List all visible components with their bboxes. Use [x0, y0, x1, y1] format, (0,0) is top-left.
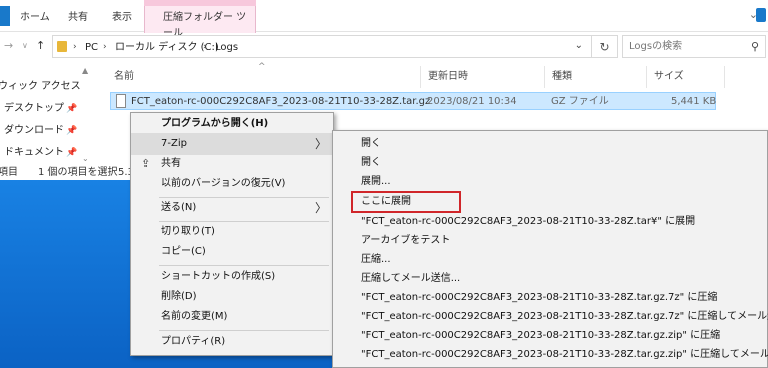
- column-divider[interactable]: [420, 66, 421, 88]
- file-name: FCT_eaton-rc-000C292C8AF3_2023-08-21T10-…: [131, 96, 431, 107]
- menu-item-label: 以前のバージョンの復元(V): [161, 178, 286, 189]
- address-dropdown-icon[interactable]: ⌄: [575, 40, 583, 51]
- tab-compressed-folder-tools[interactable]: 圧縮フォルダー ツール: [144, 6, 256, 39]
- column-divider[interactable]: [544, 66, 545, 88]
- menu-item-label: コピー(C): [161, 246, 206, 257]
- submenu-item-test-archive[interactable]: アーカイブをテスト: [361, 232, 450, 250]
- tab-share[interactable]: 共有: [68, 10, 88, 26]
- column-divider[interactable]: [724, 66, 725, 88]
- submenu-item-extract-files[interactable]: 展開...: [361, 173, 391, 191]
- submenu-item-add-to-7z[interactable]: "FCT_eaton-rc-000C292C8AF3_2023-08-21T10…: [361, 289, 717, 307]
- menu-item-copy[interactable]: コピー(C): [131, 241, 333, 263]
- file-date: 2023/08/21 10:34: [427, 96, 517, 107]
- menu-item-properties[interactable]: プロパティ(R): [131, 331, 333, 353]
- share-icon: ⇪: [141, 157, 151, 170]
- context-menu: プログラムから開く(H) 7-Zip 〉 ⇪ 共有 以前のバージョンの復元(V) 送…: [130, 112, 334, 356]
- breadcrumb-separator-icon[interactable]: ›: [73, 41, 77, 54]
- submenu-item-open-2[interactable]: 開く: [361, 154, 381, 172]
- menu-item-share[interactable]: ⇪ 共有: [131, 153, 333, 175]
- pin-icon[interactable]: 📌: [66, 148, 77, 158]
- menu-item-restore-previous[interactable]: 以前のバージョンの復元(V): [131, 173, 333, 195]
- menu-item-label: 削除(D): [161, 291, 197, 302]
- file-tab[interactable]: [0, 6, 10, 26]
- nav-item-label: ドキュメント: [4, 147, 64, 158]
- menu-item-cut[interactable]: 切り取り(T): [131, 221, 333, 243]
- navigation-pane: ▲ ウィック アクセス デスクトップ 📌 ダウンロード 📌 ドキュメント 📌 ⌄: [0, 62, 94, 166]
- submenu-arrow-icon: 〉: [314, 137, 327, 151]
- address-bar[interactable]: › PC › ローカル ディスク (C:) › Logs ⌄: [52, 35, 592, 58]
- file-icon: [116, 94, 126, 108]
- breadcrumb-pc[interactable]: PC: [85, 41, 98, 54]
- nav-item-downloads[interactable]: ダウンロード: [4, 122, 64, 140]
- file-type: GZ ファイル: [551, 96, 609, 107]
- address-row: → ∨ ↑ › PC › ローカル ディスク (C:) › Logs ⌄ ↻ ⚲: [0, 32, 768, 62]
- breadcrumb-separator-icon[interactable]: ›: [203, 41, 207, 54]
- column-header-name[interactable]: 名前: [114, 70, 134, 84]
- ribbon: ホーム 共有 表示 圧縮フォルダー ツール ⌄: [0, 0, 768, 39]
- table-row[interactable]: FCT_eaton-rc-000C292C8AF3_2023-08-21T10-…: [110, 92, 716, 110]
- menu-item-open-with[interactable]: プログラムから開く(H): [131, 113, 333, 135]
- submenu-item-add-to-archive[interactable]: 圧縮...: [361, 251, 391, 269]
- search-icon: ⚲: [750, 40, 759, 53]
- menu-item-7zip[interactable]: 7-Zip 〉: [131, 133, 333, 155]
- file-size: 5,441 KB: [671, 96, 717, 107]
- up-icon[interactable]: ↑: [36, 38, 45, 54]
- search-box[interactable]: ⚲: [622, 35, 766, 58]
- nav-item-label: デスクトップ: [4, 103, 64, 114]
- nav-item-desktop[interactable]: デスクトップ: [4, 100, 64, 118]
- status-item-count: 項目: [0, 167, 18, 178]
- column-header-type[interactable]: 種類: [552, 70, 572, 84]
- submenu-item-add-to-zip[interactable]: "FCT_eaton-rc-000C292C8AF3_2023-08-21T10…: [361, 327, 720, 345]
- menu-item-create-shortcut[interactable]: ショートカットの作成(S): [131, 266, 333, 288]
- submenu-item-extract-to-folder[interactable]: "FCT_eaton-rc-000C292C8AF3_2023-08-21T10…: [361, 213, 695, 231]
- menu-item-label: 切り取り(T): [161, 226, 215, 237]
- nav-item-quick-access[interactable]: ウィック アクセス: [0, 78, 81, 96]
- menu-item-delete[interactable]: 削除(D): [131, 286, 333, 308]
- submenu-item-add-to-zip-and-email[interactable]: "FCT_eaton-rc-000C292C8AF3_2023-08-21T10…: [361, 346, 768, 364]
- menu-item-label: 名前の変更(M): [161, 311, 228, 322]
- nav-item-documents[interactable]: ドキュメント: [4, 144, 64, 162]
- pin-icon[interactable]: 📌: [66, 104, 77, 114]
- menu-item-rename[interactable]: 名前の変更(M): [131, 306, 333, 328]
- pin-icon[interactable]: 📌: [66, 126, 77, 136]
- breadcrumb-separator-icon[interactable]: ›: [103, 41, 107, 54]
- status-selected: 1 個の項目を選択: [38, 167, 118, 178]
- tab-view[interactable]: 表示: [112, 10, 132, 26]
- menu-item-label: 共有: [161, 158, 181, 169]
- forward-icon[interactable]: →: [4, 38, 13, 54]
- nav-scroll-up-icon[interactable]: ▲: [82, 66, 88, 75]
- tab-home[interactable]: ホーム: [20, 10, 50, 26]
- submenu-item-compress-and-email[interactable]: 圧縮してメール送信...: [361, 270, 460, 288]
- menu-item-label: 7-Zip: [161, 138, 187, 149]
- folder-icon: [57, 41, 67, 52]
- menu-item-send-to[interactable]: 送る(N) 〉: [131, 197, 333, 219]
- help-icon[interactable]: [756, 8, 766, 22]
- nav-item-label: ダウンロード: [4, 125, 64, 136]
- menu-item-label: ショートカットの作成(S): [161, 271, 276, 282]
- column-header-size[interactable]: サイズ: [654, 70, 684, 84]
- 7zip-submenu: 開く 開く 展開... ここに展開 "FCT_eaton-rc-000C292C…: [332, 130, 768, 368]
- menu-item-label: プロパティ(R): [161, 336, 226, 347]
- submenu-arrow-icon: 〉: [314, 201, 327, 215]
- refresh-icon[interactable]: ↻: [592, 35, 618, 58]
- nav-item-label: ウィック アクセス: [0, 81, 81, 92]
- sort-ascending-icon: ^: [258, 62, 266, 72]
- submenu-item-add-to-7z-and-email[interactable]: "FCT_eaton-rc-000C292C8AF3_2023-08-21T10…: [361, 308, 768, 326]
- nav-scroll-down-icon[interactable]: ⌄: [82, 154, 89, 163]
- column-divider[interactable]: [646, 66, 647, 88]
- recent-dropdown-icon[interactable]: ∨: [22, 38, 28, 54]
- search-input[interactable]: [629, 39, 739, 54]
- menu-item-label: 送る(N): [161, 202, 197, 213]
- column-header-date[interactable]: 更新日時: [428, 70, 468, 84]
- breadcrumb-logs[interactable]: Logs: [215, 41, 238, 54]
- menu-item-label: プログラムから開く(H): [161, 118, 269, 129]
- submenu-item-open[interactable]: 開く: [361, 135, 381, 153]
- highlight-box: [351, 191, 461, 213]
